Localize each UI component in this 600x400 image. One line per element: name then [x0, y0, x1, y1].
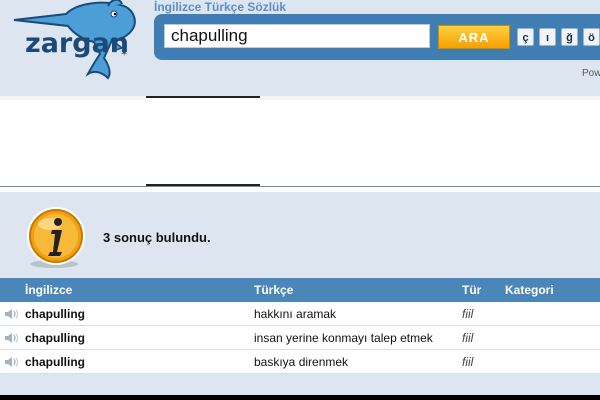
char-button-g-breve[interactable]: ğ	[561, 28, 578, 46]
speaker-icon[interactable]	[4, 356, 20, 368]
search-button[interactable]: ARA	[438, 25, 510, 49]
search-input[interactable]	[164, 24, 430, 48]
english-word[interactable]: chapulling	[25, 307, 85, 321]
column-header-english[interactable]: İngilizce	[25, 283, 72, 297]
word-type: fiil	[462, 355, 474, 369]
table-header: İngilizce Türkçe Tür Kategori	[0, 278, 600, 302]
turkish-translation[interactable]: hakkını aramak	[254, 307, 336, 321]
column-header-category[interactable]: Kategori	[505, 283, 554, 297]
ad-banner-area	[0, 96, 600, 192]
char-button-c-cedilla[interactable]: ç	[517, 28, 534, 46]
turkish-translation[interactable]: insan yerine konmayı talep etmek	[254, 331, 433, 345]
turkish-translation[interactable]: baskıya direnmek	[254, 355, 348, 369]
search-bar: ARA ç ı ğ ö	[154, 14, 600, 60]
bottom-border	[0, 395, 600, 400]
speaker-icon[interactable]	[4, 308, 20, 320]
word-type: fiil	[462, 307, 474, 321]
zargan-logo[interactable]: ✶ zargan	[8, 0, 148, 84]
column-header-type[interactable]: Tür	[462, 283, 481, 297]
english-word[interactable]: chapulling	[25, 331, 85, 345]
result-count: 3 sonuç bulundu.	[103, 230, 211, 245]
word-type: fiil	[462, 331, 474, 345]
site-title: İngilizce Türkçe Sözlük	[154, 0, 287, 14]
header: ✶ zargan İngilizce Türkçe Sözlük ARA ç ı…	[0, 0, 600, 96]
banner-edge	[0, 96, 146, 100]
char-button-dotless-i[interactable]: ı	[539, 28, 556, 46]
banner-edge	[260, 96, 600, 100]
speaker-icon[interactable]	[4, 332, 20, 344]
powered-by-text: Pow	[582, 68, 600, 79]
results-table: İngilizce Türkçe Tür Kategori chapulling…	[0, 278, 600, 374]
column-header-turkish[interactable]: Türkçe	[254, 283, 293, 297]
english-word[interactable]: chapulling	[25, 355, 85, 369]
info-icon	[27, 207, 85, 268]
table-row: chapulling insan yerine konmayı talep et…	[0, 326, 600, 350]
banner-frame-top	[146, 96, 260, 98]
table-row: chapulling hakkını aramak fiil	[0, 302, 600, 326]
table-row: chapulling baskıya direnmek fiil	[0, 350, 600, 374]
banner-divider	[0, 186, 600, 187]
logo-text: zargan	[25, 28, 130, 59]
char-button-o-umlaut[interactable]: ö	[583, 28, 600, 46]
